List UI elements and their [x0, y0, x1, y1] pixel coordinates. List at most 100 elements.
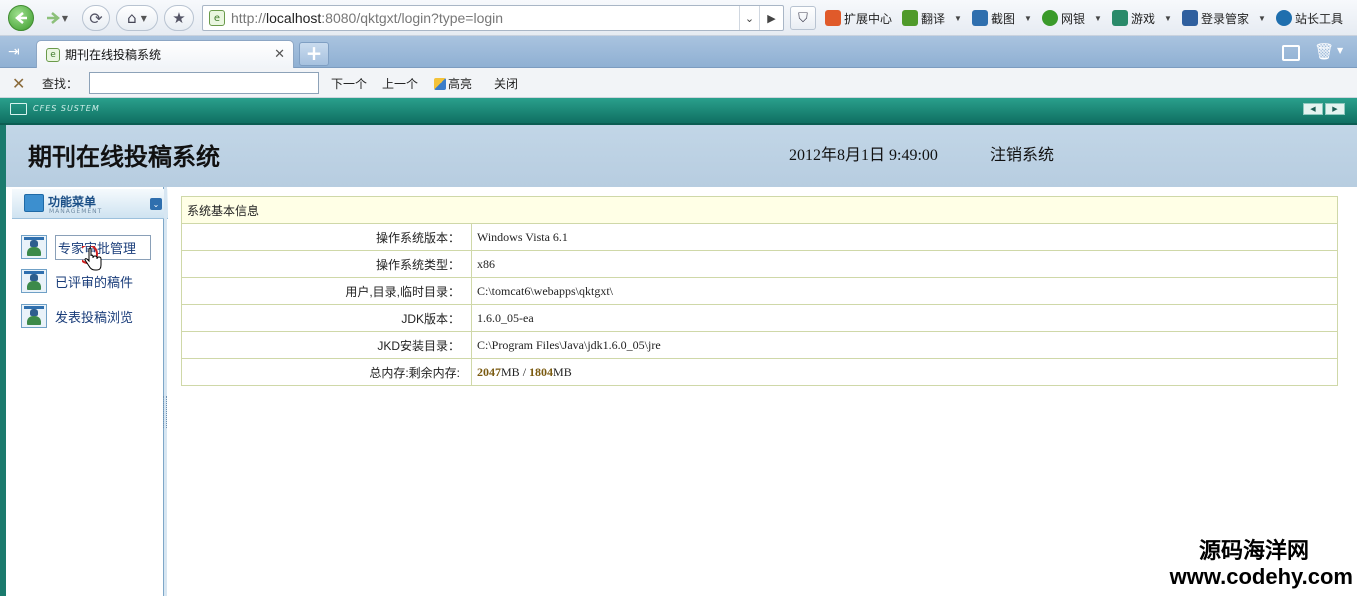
ext-screenshot[interactable]: 截图 ▼	[972, 8, 1032, 28]
chevron-down-icon: ▼	[140, 13, 147, 23]
ext-games[interactable]: 游戏 ▼	[1112, 8, 1172, 28]
ext-login-manager[interactable]: 登录管家 ▼	[1182, 8, 1266, 28]
url-dropdown-button[interactable]: ⌄	[739, 6, 759, 30]
ext-label: 截图	[991, 11, 1016, 26]
system-strip-label: CFES SUSTEM	[33, 104, 100, 113]
ext-webmaster-tools[interactable]: 站长工具	[1276, 8, 1343, 28]
chevron-down-icon: ▼	[954, 13, 962, 23]
collapse-menu-button[interactable]: ⌄	[150, 198, 162, 210]
scroll-right-button[interactable]: ▶	[1325, 103, 1345, 115]
table-row-memory: 总内存:剩余内存: 2047MB / 1804MB	[181, 358, 1338, 386]
find-highlight-button[interactable]: 高亮	[434, 75, 472, 92]
splitter-grip[interactable]	[163, 396, 167, 428]
favorites-button[interactable]: ★	[164, 5, 194, 31]
menu-header: 功能菜单 MANAGEMENT ⌄	[12, 189, 168, 219]
go-button[interactable]: ▶	[759, 6, 783, 30]
main-content: 系统基本信息 操作系统版本： Windows Vista 6.1 操作系统类型：…	[168, 187, 1357, 596]
panel-splitter[interactable]	[164, 187, 167, 596]
memory-total: 2047	[477, 364, 501, 379]
table-title: 系统基本信息	[181, 196, 1338, 224]
memory-separator: /	[519, 364, 530, 379]
translate-icon	[902, 10, 918, 26]
refresh-button[interactable]: ⟳	[82, 5, 110, 31]
url-host: localhost	[266, 10, 322, 26]
find-prev-button[interactable]: 上一个	[382, 75, 418, 92]
memory-unit: MB	[553, 364, 572, 379]
row-label: 操作系统类型：	[181, 250, 472, 278]
ext-extension-center[interactable]: 扩展中心	[825, 8, 892, 28]
url-path: :8080/qktgxt/login?type=login	[321, 10, 504, 26]
find-highlight-label: 高亮	[448, 77, 473, 91]
table-row: JKD安装目录： C:\Program Files\Java\jdk1.6.0_…	[181, 331, 1338, 359]
security-button[interactable]: ⛉	[790, 6, 816, 30]
row-value: 2047MB / 1804MB	[471, 358, 1338, 386]
close-tab-icon[interactable]: ✕	[274, 47, 285, 62]
star-icon: ★	[172, 9, 186, 27]
home-icon: ⌂	[127, 9, 137, 27]
strip-arrows: ◀ ▶	[1303, 103, 1345, 115]
plus-icon: +	[305, 41, 323, 65]
chevron-down-icon: ⌄	[744, 11, 755, 25]
monitor-icon	[10, 103, 27, 115]
page-favicon-icon: e	[46, 47, 60, 62]
ext-label: 网银	[1061, 11, 1086, 26]
system-title: 期刊在线投稿系统	[28, 145, 220, 171]
find-bar: ✕ 查找： 下一个 上一个 高亮 关闭	[0, 68, 1357, 98]
back-arrow-icon	[15, 12, 27, 24]
tab-title: 期刊在线投稿系统	[65, 48, 162, 62]
row-label: 操作系统版本：	[181, 223, 472, 251]
find-next-button[interactable]: 下一个	[331, 75, 367, 92]
ext-label: 登录管家	[1201, 11, 1250, 26]
row-value: Windows Vista 6.1	[471, 223, 1338, 251]
scroll-left-button[interactable]: ◀	[1303, 103, 1323, 115]
user-card-icon	[21, 235, 47, 259]
play-icon: ▶	[767, 11, 776, 25]
home-button[interactable]: ⌂ ▼	[116, 5, 158, 31]
sidebar-toggle-icon[interactable]: ⇥	[8, 44, 26, 60]
watermark: 源码海洋网 www.codehy.com	[1170, 538, 1353, 590]
find-input[interactable]	[89, 72, 319, 94]
menu-item-published[interactable]: 发表投稿浏览	[21, 303, 161, 329]
chevron-down-icon: ▼	[1164, 13, 1172, 23]
address-bar[interactable]: e http://localhost:8080/qktgxt/login?typ…	[202, 5, 784, 31]
table-row: 操作系统类型： x86	[181, 250, 1338, 278]
ext-translate[interactable]: 翻译 ▼	[902, 8, 962, 28]
system-info-table: 系统基本信息 操作系统版本： Windows Vista 6.1 操作系统类型：…	[181, 196, 1338, 386]
table-row: 操作系统版本： Windows Vista 6.1	[181, 223, 1338, 251]
ext-label: 翻译	[921, 11, 946, 26]
ext-netbank[interactable]: 网银 ▼	[1042, 8, 1102, 28]
gamepad-icon	[1112, 10, 1128, 26]
logout-link[interactable]: 注销系统	[990, 141, 1054, 165]
ext-label: 游戏	[1131, 11, 1156, 26]
watermark-url: www.codehy.com	[1169, 564, 1353, 589]
tab-active[interactable]: e 期刊在线投稿系统 ✕	[36, 40, 294, 68]
chevron-down-icon: ▼	[1258, 13, 1266, 23]
row-value: x86	[471, 250, 1338, 278]
trash-icon[interactable]: 🗑	[1314, 42, 1334, 62]
chevron-down-icon: ▼	[1024, 13, 1032, 23]
menu-item-label: 发表投稿浏览	[55, 309, 134, 325]
find-close-button[interactable]: 关闭	[494, 75, 518, 92]
restore-window-icon[interactable]	[1282, 45, 1300, 61]
url-prefix: http://	[231, 10, 267, 26]
url-text[interactable]: http://localhost:8080/qktgxt/login?type=…	[231, 10, 503, 26]
memory-free: 1804	[529, 364, 554, 379]
forward-button[interactable]: ▼	[38, 5, 74, 31]
menu-subtitle: MANAGEMENT	[49, 208, 103, 215]
shield-icon: ⛉	[798, 10, 808, 26]
refresh-icon: ⟳	[89, 8, 103, 28]
current-datetime: 2012年8月1日 9:49:00	[789, 147, 938, 164]
new-tab-button[interactable]: +	[299, 42, 329, 66]
key-icon	[1182, 10, 1198, 26]
row-value: 1.6.0_05-ea	[471, 304, 1338, 332]
chevron-down-icon: ▼	[61, 13, 69, 23]
row-label: 用户,目录,临时目录：	[181, 277, 472, 305]
row-value: C:\Program Files\Java\jdk1.6.0_05\jre	[471, 331, 1338, 359]
back-button[interactable]	[8, 5, 34, 31]
table-row: 用户,目录,临时目录： C:\tomcat6\webapps\qktgxt\	[181, 277, 1338, 305]
chevron-down-icon[interactable]: ▼	[1337, 46, 1343, 55]
arrow-left-icon: ◀	[1310, 105, 1316, 113]
close-find-icon[interactable]: ✕	[12, 74, 25, 94]
tab-bar: ⇥ e 期刊在线投稿系统 ✕ + 🗑 ▼	[0, 36, 1357, 68]
netbank-icon	[1042, 10, 1058, 26]
